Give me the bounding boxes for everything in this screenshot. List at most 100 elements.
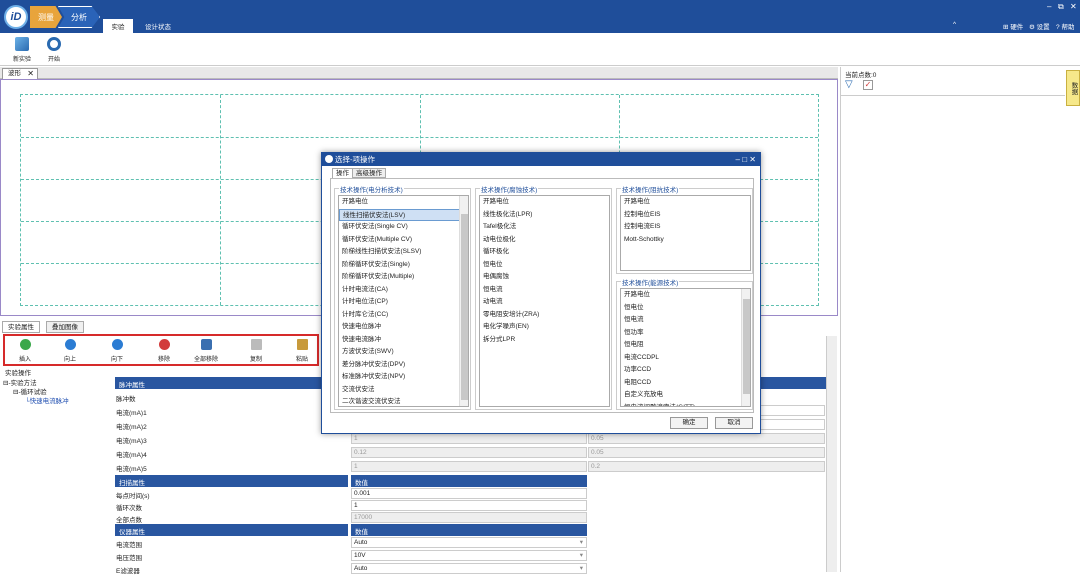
voltage-range-select[interactable]: 10V ▾ — [351, 550, 587, 561]
electroanalysis-list[interactable]: 开路电位 线性扫描伏安法(LSV) 循环伏安法(Single CV) 循环伏安法(Mu… — [338, 195, 469, 407]
close-icon[interactable]: ✕ — [1070, 2, 1077, 11]
insert-icon — [19, 339, 31, 350]
list-item[interactable]: 恒电阻 — [621, 339, 750, 352]
list-item[interactable]: 控制电流EIS — [621, 221, 750, 234]
list-item[interactable]: 阶梯循环伏安法(Multiple) — [339, 271, 468, 284]
list-item[interactable]: 计时库仑法(CC) — [339, 309, 468, 322]
energy-list[interactable]: 开路电位 恒电位 恒电流 恒功率 恒电阻 电流CCDPL 功率CCD 电阻CCD 自定义充放电恒… — [620, 288, 751, 407]
list-item[interactable]: 恒电流间歇滴定法(GITT) — [621, 402, 750, 407]
move-up-button[interactable]: 向上 — [55, 339, 85, 363]
list-item[interactable]: 电偶腐蚀 — [480, 271, 609, 284]
cancel-button[interactable]: 取消 — [715, 417, 753, 429]
insert-button[interactable]: 插入 — [10, 339, 40, 363]
list-item[interactable]: 恒功率 — [621, 327, 750, 340]
close-tab-icon[interactable]: ✕ — [27, 69, 34, 79]
tab-experiment-properties[interactable]: 实验属性 — [2, 321, 40, 333]
current-range-select[interactable]: Auto ▾ — [351, 537, 587, 548]
new-experiment-button[interactable]: 新实验 — [9, 37, 35, 63]
breadcrumb-measure[interactable]: 测量 — [30, 6, 62, 28]
checklist-icon[interactable]: ✓ — [863, 80, 873, 90]
start-button[interactable]: 开始 — [41, 37, 67, 63]
list-item[interactable]: 恒电流 — [621, 314, 750, 327]
hardware-menu[interactable]: ⊞ 硬件 — [1003, 21, 1023, 31]
list-item[interactable]: 循环极化 — [480, 246, 609, 259]
list-item[interactable]: 开路电位 — [621, 289, 750, 302]
list-item[interactable]: 控制电位EIS — [621, 209, 750, 222]
cycle-count-field[interactable]: 1 — [351, 500, 587, 511]
breadcrumb-analysis[interactable]: 分析 — [58, 6, 100, 28]
tab-overlay-image[interactable]: 叠加图像 — [46, 321, 84, 333]
dialog-minimize-icon[interactable]: – — [736, 155, 740, 164]
help-menu[interactable]: ? 帮助 — [1056, 21, 1074, 31]
list-item[interactable]: 计时电位法(CP) — [339, 296, 468, 309]
settings-menu[interactable]: ⚙ 设置 — [1029, 21, 1050, 31]
list-item[interactable]: 功率CCD — [621, 364, 750, 377]
list-item[interactable]: 开路电位 — [480, 196, 609, 209]
list-item[interactable]: 交流伏安法 — [339, 384, 468, 397]
group-electroanalysis-title: 技术操作(电分析技术) — [339, 184, 404, 194]
list-item[interactable]: 开路电位 — [339, 196, 468, 209]
list-item[interactable]: 电流CCDPL — [621, 352, 750, 365]
dialog-maximize-icon[interactable]: □ — [742, 155, 747, 164]
list-item[interactable]: 自定义充放电 — [621, 389, 750, 402]
list-item[interactable]: 拆分式LPR — [480, 334, 609, 347]
filter-icon[interactable]: ▽ — [845, 79, 853, 90]
remove-button[interactable]: 移除 — [149, 339, 179, 363]
list-item[interactable]: 快速电流脉冲 — [339, 334, 468, 347]
list-item[interactable]: Tafel极化法 — [480, 221, 609, 234]
help-label: 帮助 — [1061, 24, 1075, 31]
copy-button[interactable]: 复制 — [241, 339, 271, 363]
remove-all-button[interactable]: 全部移除 — [191, 339, 221, 363]
list-item[interactable]: 方波伏安法(SWV) — [339, 346, 468, 359]
paste-button[interactable]: 粘贴 — [287, 339, 317, 363]
list-item[interactable]: 快速电位脉冲 — [339, 321, 468, 334]
restore-icon[interactable]: ⧉ — [1058, 2, 1064, 12]
list-item[interactable]: 恒电位 — [480, 259, 609, 272]
tree-node-fast-current-pulse[interactable]: └快速电流脉冲 — [3, 397, 69, 406]
list-item[interactable]: 标准脉冲伏安法(NPV) — [339, 371, 468, 384]
ok-button[interactable]: 确定 — [670, 417, 708, 429]
list-item[interactable]: 循环伏安法(Multiple CV) — [339, 234, 468, 247]
tab-experiment[interactable]: 实验 — [103, 19, 133, 33]
list-item[interactable]: 零电阻安培计(ZRA) — [480, 309, 609, 322]
tree-node-cycle[interactable]: ⊟-循环试验 — [3, 388, 69, 397]
list-item[interactable]: 二次谐波交流伏安法 — [339, 396, 468, 406]
tab-operation[interactable]: 操作 — [332, 168, 353, 178]
minimize-icon[interactable]: – — [1047, 2, 1051, 11]
tree-node-method[interactable]: ⊟-实验方法 — [3, 379, 69, 388]
corrosion-list[interactable]: 开路电位 线性极化法(LPR) Tafel极化法 动电位极化 循环极化 恒电位 电偶腐蚀 恒电… — [479, 195, 610, 407]
list-item[interactable]: 动电位极化 — [480, 234, 609, 247]
e-filter-select[interactable]: Auto ▾ — [351, 563, 587, 574]
group-impedance-title: 技术操作(阻抗技术) — [621, 184, 680, 194]
list-item[interactable]: 阶梯循环伏安法(Single) — [339, 259, 468, 272]
list-item[interactable]: 恒电流 — [480, 284, 609, 297]
list-item[interactable]: 开路电位 — [621, 196, 750, 209]
collapse-ribbon-icon[interactable]: ^ — [953, 21, 956, 28]
data-side-tab[interactable]: 数据 — [1066, 70, 1080, 106]
list-item[interactable]: 电阻CCD — [621, 377, 750, 390]
grid-scrollbar[interactable] — [826, 336, 837, 572]
time-per-point-field[interactable]: 0.001 — [351, 488, 587, 499]
dialog-close-icon[interactable]: ✕ — [749, 155, 756, 164]
list-item[interactable]: 动电流 — [480, 296, 609, 309]
list-item[interactable]: 电化学噪声(EN) — [480, 321, 609, 334]
dialog-title: 选择-项操作 — [335, 155, 375, 164]
list-item[interactable]: 循环伏安法(Single CV) — [339, 221, 468, 234]
list-scrollbar[interactable] — [459, 196, 468, 406]
copy-label: 复制 — [249, 357, 262, 363]
remove-label: 移除 — [157, 357, 170, 363]
list-item[interactable]: 线性极化法(LPR) — [480, 209, 609, 222]
waveform-tab[interactable]: 波形 ✕ — [2, 68, 38, 79]
list-item[interactable]: 计时电流法(CA) — [339, 284, 468, 297]
list-scrollbar[interactable] — [741, 289, 750, 406]
list-item[interactable]: 阶梯线性扫描伏安法(SLSV) — [339, 246, 468, 259]
tab-design-status[interactable]: 设计状态 — [140, 19, 176, 33]
list-item[interactable]: Mott-Schottky — [621, 234, 750, 247]
list-item[interactable]: 差分脉冲伏安法(DPV) — [339, 359, 468, 372]
scan-row: 每点时间(s) 0.001 — [115, 488, 827, 500]
move-down-button[interactable]: 向下 — [102, 339, 132, 363]
impedance-list[interactable]: 开路电位 控制电位EIS 控制电流EIS Mott-Schottky — [620, 195, 751, 271]
list-item[interactable]: 线性扫描伏安法(LSV) — [339, 208, 468, 221]
list-item[interactable]: 恒电位 — [621, 302, 750, 315]
tab-advanced-operation[interactable]: 高级操作 — [352, 168, 386, 178]
